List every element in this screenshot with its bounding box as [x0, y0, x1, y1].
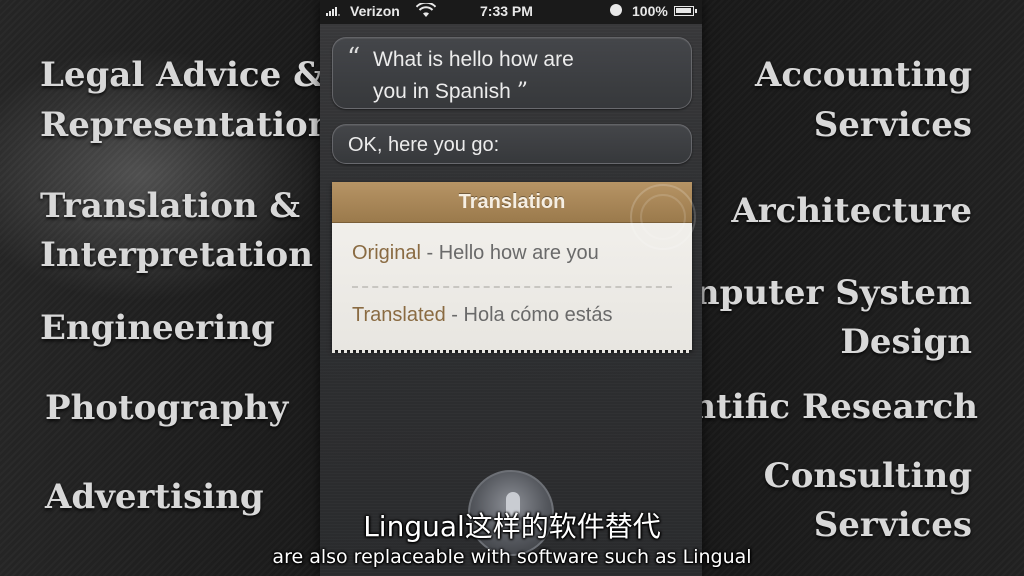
- signal-strength-icon: [326, 7, 340, 16]
- original-label: Original: [352, 242, 421, 264]
- status-time: 7:33 PM: [480, 3, 533, 19]
- battery-percent: 100%: [632, 3, 668, 19]
- battery-icon: [674, 6, 697, 16]
- close-quote-mark: ”: [516, 79, 529, 104]
- dashed-divider: [352, 286, 672, 288]
- slide-item-scientific-research: ntific Research: [691, 387, 978, 427]
- slide-item-computer-system-2: Design: [840, 322, 972, 362]
- slide-item-engineering: Engineering: [40, 308, 275, 348]
- slide-item-computer-system: nputer System: [694, 273, 972, 313]
- original-text: - Hello how are you: [420, 242, 599, 264]
- open-quote-mark: “: [347, 43, 361, 73]
- slide-item-photography: Photography: [45, 388, 289, 428]
- original-row: Original - Hello how are you: [352, 242, 599, 265]
- card-torn-edge: [332, 350, 692, 353]
- carrier-name: Verizon: [350, 3, 400, 19]
- translated-label: Translated: [352, 304, 446, 326]
- user-query-line-2: you in Spanish: [373, 80, 511, 103]
- slide-item-consulting: Consulting: [763, 456, 972, 496]
- user-query-bubble[interactable]: “ What is hello how are you in Spanish”: [332, 37, 692, 109]
- slide-item-accounting: Accounting: [754, 55, 972, 95]
- phone-screen: Verizon 7:33 PM 100% “ What is hello how…: [320, 0, 702, 576]
- siri-reply-text: OK, here you go:: [348, 134, 500, 156]
- siri-reply-bubble: OK, here you go:: [332, 124, 692, 164]
- slide-item-legal: Legal Advice &: [40, 55, 324, 95]
- translated-row: Translated - Hola cómo estás: [352, 304, 612, 327]
- user-query-line-1: What is hello how are: [373, 48, 574, 71]
- status-bar: Verizon 7:33 PM 100%: [320, 0, 702, 24]
- subtitle-chinese: Lingual这样的软件替代: [363, 510, 661, 543]
- slide-item-accounting-2: Services: [813, 105, 972, 145]
- slide-item-legal-2: Representation: [40, 105, 333, 145]
- wifi-icon: [415, 1, 437, 22]
- slide-item-translation: Translation &: [40, 186, 301, 226]
- translated-text: - Hola cómo estás: [445, 304, 613, 326]
- lingual-seal-icon: [630, 184, 696, 250]
- slide-item-translation-2: Interpretation: [40, 235, 313, 275]
- rotation-lock-icon: [610, 4, 622, 16]
- slide-item-architecture: Architecture: [731, 191, 972, 231]
- subtitle-english: are also replaceable with software such …: [272, 546, 752, 568]
- translation-card-title: Translation: [458, 191, 566, 213]
- translation-card[interactable]: Translation Original - Hello how are you…: [332, 182, 696, 353]
